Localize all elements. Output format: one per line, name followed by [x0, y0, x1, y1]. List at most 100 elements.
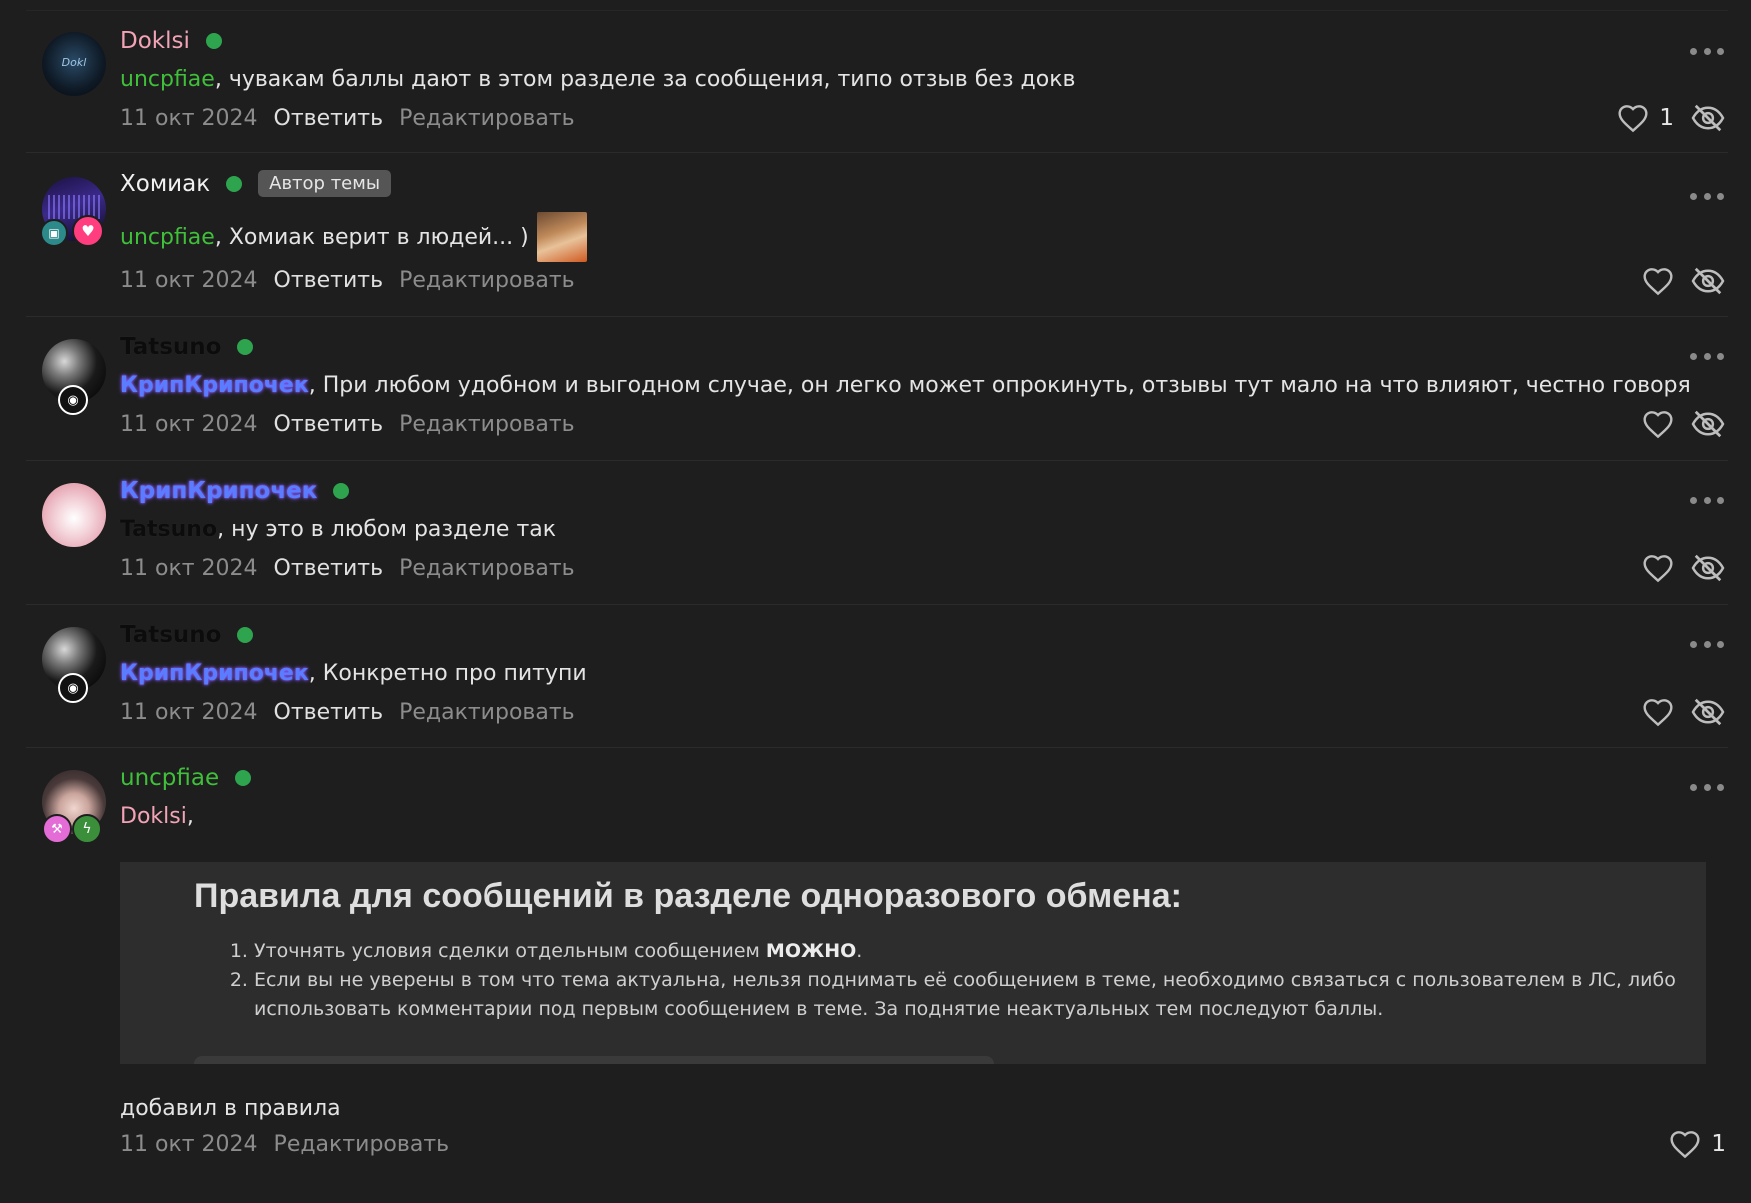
avatar-kripkripochek[interactable] [42, 483, 106, 547]
robot-badge-icon: ▣ [40, 219, 68, 247]
lightning-badge-icon: ϟ [72, 814, 102, 844]
username[interactable]: uncpfiae [120, 765, 219, 791]
rule-item: Если вы не уверены в том что тема актуал… [254, 966, 1694, 1024]
more-options-button[interactable] [1690, 494, 1724, 506]
edit-button[interactable]: Редактировать [399, 556, 575, 581]
avatar-tatsuno[interactable]: ◉ [42, 339, 106, 415]
rules-list: Уточнять условия сделки отдельным сообще… [228, 937, 1694, 1024]
comment-kripkripochek: КрипКрипочек Tatsuno, ну это в любом раз… [26, 460, 1728, 605]
rules-screenshot-image[interactable]: Правила для сообщений в разделе одноразо… [120, 862, 1706, 1064]
avatar-homiak[interactable]: ▣ ♥ [40, 177, 106, 247]
hammer-badge-icon: ⚒ [42, 814, 72, 844]
comment-date: 11 окт 2024 [120, 700, 258, 725]
online-indicator [333, 483, 350, 499]
comment-text-after-image: добавил в правила [120, 1096, 341, 1121]
username[interactable]: Tatsuno [120, 334, 221, 360]
eye-badge-icon: ◉ [58, 673, 88, 703]
username[interactable]: КрипКрипочек [120, 478, 317, 504]
mention-link[interactable]: Tatsuno [120, 517, 217, 542]
comment-body: , чувакам баллы дают в этом разделе за с… [214, 67, 1076, 92]
comment-date: 11 окт 2024 [120, 106, 258, 131]
rule-end: . [856, 940, 863, 962]
hide-eye-icon[interactable] [1690, 409, 1726, 439]
edit-button[interactable]: Редактировать [399, 106, 575, 131]
hide-eye-icon[interactable] [1690, 697, 1726, 727]
reply-button[interactable]: Ответить [274, 106, 384, 131]
heart-icon [1617, 103, 1649, 133]
online-indicator [205, 33, 222, 49]
username[interactable]: Tatsuno [120, 622, 221, 648]
like-button[interactable] [1642, 409, 1674, 439]
rule-item: Уточнять условия сделки отдельным сообще… [254, 937, 1694, 966]
avatar-doklsi[interactable]: Dokl [42, 32, 106, 96]
edit-button[interactable]: Редактировать [399, 412, 575, 437]
mention-link[interactable]: uncpfiae [120, 67, 215, 92]
more-options-button[interactable] [1690, 638, 1724, 650]
comment-text: uncpfiae, Хомиак верит в людей... ) [120, 212, 587, 262]
like-button[interactable] [1642, 553, 1674, 583]
mention-link[interactable]: uncpfiae [120, 225, 215, 250]
like-button[interactable]: 1 [1669, 1129, 1726, 1159]
reply-button[interactable]: Ответить [274, 268, 384, 293]
rules-cut-edge [194, 1056, 994, 1064]
reply-button[interactable]: Ответить [274, 412, 384, 437]
like-button[interactable] [1642, 266, 1674, 296]
comment-body: , [186, 804, 194, 829]
username[interactable]: Хомиак [120, 171, 210, 197]
comment-body: , При любом удобном и выгодном случае, о… [308, 373, 1691, 398]
author-badge: Автор темы [258, 170, 392, 197]
username[interactable]: Doklsi [120, 28, 190, 54]
hamster-image-thumbnail[interactable] [536, 212, 587, 262]
comment-homiak: ▣ ♥ Хомиак Автор темы uncpfiae, Хомиак в… [26, 152, 1728, 317]
comment-date: 11 окт 2024 [120, 268, 258, 293]
edit-button[interactable]: Редактировать [399, 700, 575, 725]
like-count: 1 [1659, 105, 1674, 131]
comment-doklsi: Dokl Doklsi uncpfiae, чувакам баллы дают… [26, 10, 1728, 153]
hide-eye-icon[interactable] [1690, 103, 1726, 133]
comment-date: 11 окт 2024 [120, 412, 258, 437]
mention-link[interactable]: КрипКрипочек [120, 661, 309, 686]
more-options-button[interactable] [1690, 190, 1724, 202]
hide-eye-icon[interactable] [1690, 266, 1726, 296]
online-indicator [235, 770, 252, 786]
avatar-logo: Dokl [61, 56, 87, 69]
rule-text: Уточнять условия сделки отдельным сообще… [254, 940, 766, 962]
avatar-tatsuno[interactable]: ◉ [42, 627, 106, 703]
hide-eye-icon[interactable] [1690, 553, 1726, 583]
heart-icon [1642, 697, 1674, 727]
mention-link[interactable]: КрипКрипочек [120, 373, 309, 398]
rules-title: Правила для сообщений в разделе одноразо… [194, 877, 1182, 915]
heart-icon [1642, 409, 1674, 439]
reply-button[interactable]: Ответить [274, 700, 384, 725]
more-options-button[interactable] [1690, 45, 1724, 57]
rule-emphasis: МОЖНО [765, 940, 857, 962]
online-indicator [237, 339, 254, 355]
comments-thread: Dokl Doklsi uncpfiae, чувакам баллы дают… [0, 0, 1751, 1203]
reply-button[interactable]: Ответить [274, 556, 384, 581]
eye-badge-icon: ◉ [58, 385, 88, 415]
online-indicator [237, 627, 254, 643]
like-button[interactable] [1642, 697, 1674, 727]
comment-text: Tatsuno, ну это в любом разделе так [120, 517, 556, 542]
comment-text: uncpfiae, чувакам баллы дают в этом разд… [120, 67, 1075, 92]
comment-date: 11 окт 2024 [120, 1132, 258, 1157]
mention-link[interactable]: Doklsi [120, 804, 187, 829]
avatar-uncpfiae[interactable]: ⚒ ϟ [42, 770, 106, 844]
comment-body: , Конкретно про питупи [308, 661, 587, 686]
edit-button[interactable]: Редактировать [399, 268, 575, 293]
comment-text: КрипКрипочек, Конкретно про питупи [120, 661, 587, 686]
comment-tatsuno-2: ◉ Tatsuno КрипКрипочек, Конкретно про пи… [26, 604, 1728, 748]
comment-body: , Хомиак верит в людей... ) [214, 224, 529, 250]
comment-text: КрипКрипочек, При любом удобном и выгодн… [120, 373, 1691, 398]
heart-icon [1642, 553, 1674, 583]
comment-date: 11 окт 2024 [120, 556, 258, 581]
comment-text: Doklsi, [120, 804, 194, 829]
more-options-button[interactable] [1690, 781, 1724, 793]
comment-tatsuno-1: ◉ Tatsuno КрипКрипочек, При любом удобно… [26, 316, 1728, 461]
like-count: 1 [1711, 1131, 1726, 1157]
like-button[interactable]: 1 [1617, 103, 1674, 133]
heart-icon [1669, 1129, 1701, 1159]
edit-button[interactable]: Редактировать [274, 1132, 450, 1157]
more-options-button[interactable] [1690, 350, 1724, 362]
comment-body: , ну это в любом разделе так [217, 517, 557, 542]
